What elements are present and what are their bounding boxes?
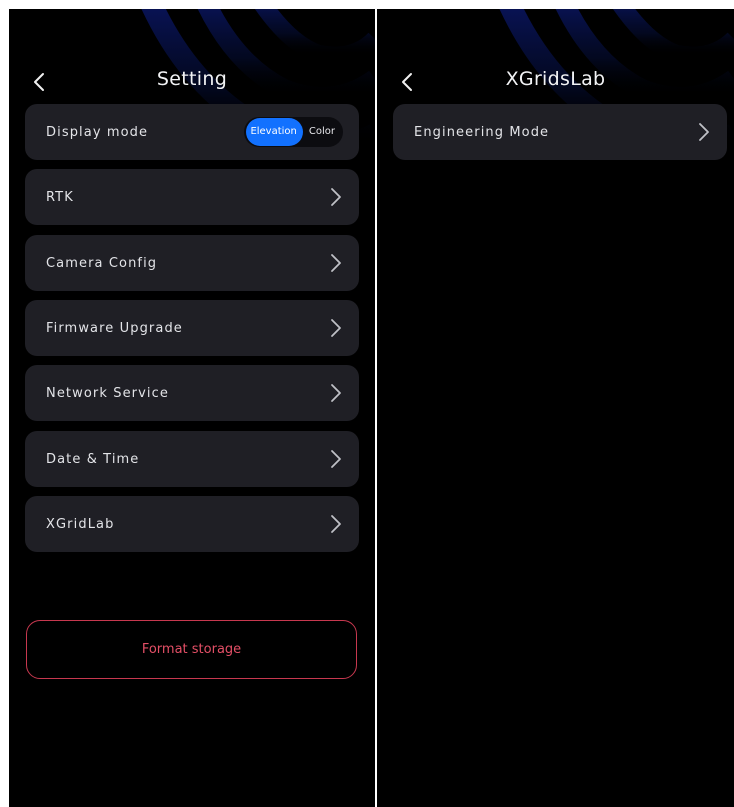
menu-item-date-time[interactable]: Date & Time — [25, 431, 359, 487]
display-mode-label: Display mode — [46, 124, 149, 140]
menu-item-label: Engineering Mode — [414, 124, 550, 140]
menu-item-xgridlab[interactable]: XGridLab — [25, 496, 359, 552]
page-title: XGridsLab — [505, 68, 606, 90]
menu-item-label: Date & Time — [46, 451, 140, 467]
chevron-right-icon — [329, 186, 343, 208]
menu-item-label: Camera Config — [46, 255, 158, 271]
chevron-right-icon — [329, 513, 343, 535]
xgridslab-screen: XGridsLab Engineering Mode — [377, 9, 734, 807]
page-title: Setting — [156, 68, 228, 90]
display-mode-row: Display mode Elevation Color — [25, 104, 359, 160]
menu-item-label: Firmware Upgrade — [46, 320, 183, 336]
format-storage-button[interactable]: Format storage — [26, 620, 357, 679]
chevron-right-icon — [329, 252, 343, 274]
menu-item-network-service[interactable]: Network Service — [25, 365, 359, 421]
menu-item-label: Network Service — [46, 385, 169, 401]
chevron-right-icon — [329, 382, 343, 404]
menu-item-rtk[interactable]: RTK — [25, 169, 359, 225]
chevron-right-icon — [697, 121, 711, 143]
menu-item-firmware-upgrade[interactable]: Firmware Upgrade — [25, 300, 359, 356]
menu-item-camera-config[interactable]: Camera Config — [25, 235, 359, 291]
toggle-option-elevation[interactable]: Elevation — [246, 118, 303, 146]
menu-item-label: RTK — [46, 189, 74, 205]
menu-item-engineering-mode[interactable]: Engineering Mode — [393, 104, 727, 160]
display-mode-toggle[interactable]: Elevation Color — [244, 117, 343, 147]
chevron-right-icon — [329, 448, 343, 470]
settings-screen: Setting Display mode Elevation Color RTK… — [9, 9, 375, 807]
chevron-right-icon — [329, 317, 343, 339]
menu-item-label: XGridLab — [46, 516, 115, 532]
toggle-option-color[interactable]: Color — [303, 118, 341, 146]
